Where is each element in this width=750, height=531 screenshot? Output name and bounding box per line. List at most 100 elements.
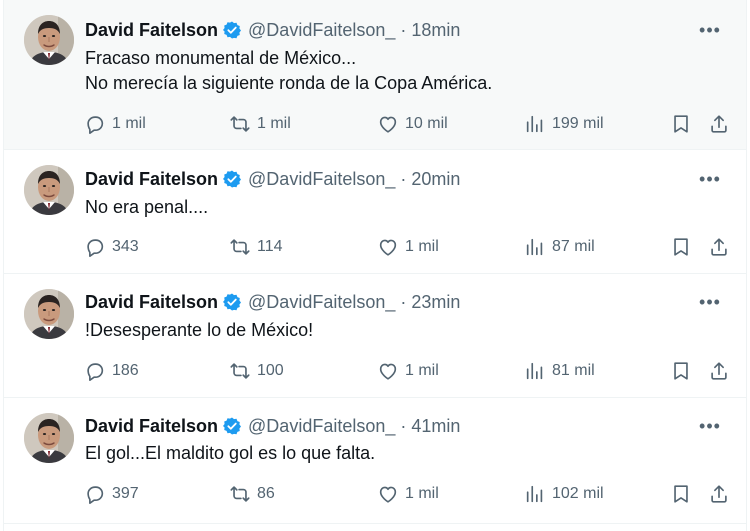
tweet-time[interactable]: 18min <box>411 20 460 41</box>
verified-badge-icon <box>222 169 242 189</box>
author-handle[interactable]: @DavidFaitelson_ <box>248 416 395 437</box>
tweet[interactable]: David Faitelson @DavidFaitelson_ · 18min… <box>4 0 746 150</box>
tweet-actions: 1 mil 1 mil 10 mil 199 mil <box>84 112 746 136</box>
more-horizontal-icon[interactable]: ••• <box>698 414 722 438</box>
like-count: 1 mil <box>405 485 439 502</box>
share-upload-icon <box>708 113 730 135</box>
author-name[interactable]: David Faitelson <box>85 416 218 437</box>
author-name[interactable]: David Faitelson <box>85 20 218 41</box>
retweet-count: 114 <box>257 238 283 255</box>
separator-dot: · <box>400 19 407 40</box>
reply-bubble-icon <box>84 236 112 258</box>
heart-icon <box>377 113 405 135</box>
avatar[interactable] <box>24 15 74 65</box>
reply-button[interactable]: 1 mil <box>84 112 146 136</box>
tweet-time[interactable]: 41min <box>411 416 460 437</box>
like-button[interactable]: 1 mil <box>377 482 439 506</box>
more-horizontal-icon[interactable]: ••• <box>698 18 722 42</box>
tweet[interactable]: David Faitelson @DavidFaitelson_ · 41min… <box>4 398 746 524</box>
timeline-right-border <box>746 0 747 531</box>
share-button[interactable] <box>708 112 730 136</box>
views-bar-chart-icon <box>524 483 552 505</box>
views-bar-chart-icon <box>524 236 552 258</box>
reply-count: 186 <box>112 362 139 379</box>
retweet-icon <box>229 236 257 258</box>
heart-icon <box>377 236 405 258</box>
author-name[interactable]: David Faitelson <box>85 169 218 190</box>
avatar[interactable] <box>24 165 74 215</box>
retweet-button[interactable]: 100 <box>229 359 284 383</box>
more-horizontal-icon[interactable]: ••• <box>698 290 722 314</box>
views-button[interactable]: 87 mil <box>524 235 595 259</box>
tweet-text-line: No era penal.... <box>85 197 209 217</box>
views-bar-chart-icon <box>524 360 552 382</box>
more-horizontal-icon[interactable]: ••• <box>698 167 722 191</box>
tweet-time[interactable]: 20min <box>411 169 460 190</box>
retweet-count: 86 <box>257 485 275 502</box>
separator-dot: · <box>400 415 407 436</box>
reply-button[interactable]: 186 <box>84 359 139 383</box>
bookmark-button[interactable] <box>670 359 692 383</box>
share-upload-icon <box>708 236 730 258</box>
view-count: 199 mil <box>552 115 604 132</box>
views-button[interactable]: 199 mil <box>524 112 604 136</box>
retweet-count: 1 mil <box>257 115 291 132</box>
tweet-header: David Faitelson @DavidFaitelson_ · 18min <box>85 18 746 42</box>
author-handle[interactable]: @DavidFaitelson_ <box>248 292 395 313</box>
retweet-count: 100 <box>257 362 284 379</box>
separator-dot: · <box>400 291 407 312</box>
views-button[interactable]: 81 mil <box>524 359 595 383</box>
views-button[interactable]: 102 mil <box>524 482 604 506</box>
tweet-text: El gol...El maldito gol es lo que falta. <box>85 441 706 466</box>
avatar[interactable] <box>24 413 74 463</box>
view-count: 81 mil <box>552 362 595 379</box>
tweet-header: David Faitelson @DavidFaitelson_ · 23min <box>85 290 746 314</box>
tweet[interactable]: David Faitelson @DavidFaitelson_ · 20min… <box>4 150 746 274</box>
author-handle[interactable]: @DavidFaitelson_ <box>248 20 395 41</box>
retweet-button[interactable]: 86 <box>229 482 275 506</box>
bookmark-icon <box>670 360 692 382</box>
tweet-text-line: !Desesperante lo de México! <box>85 320 314 340</box>
tweet-header: David Faitelson @DavidFaitelson_ · 20min <box>85 167 746 191</box>
like-button[interactable]: 1 mil <box>377 235 439 259</box>
share-button[interactable] <box>708 235 730 259</box>
retweet-icon <box>229 113 257 135</box>
share-upload-icon <box>708 360 730 382</box>
tweet-text: No era penal.... <box>85 195 706 220</box>
share-button[interactable] <box>708 482 730 506</box>
retweet-button[interactable]: 114 <box>229 235 283 259</box>
bookmark-icon <box>670 483 692 505</box>
bookmark-button[interactable] <box>670 112 692 136</box>
verified-badge-icon <box>222 20 242 40</box>
bookmark-icon <box>670 113 692 135</box>
bookmark-icon <box>670 236 692 258</box>
tweet-actions: 186 100 1 mil 81 mil <box>84 359 746 383</box>
like-button[interactable]: 10 mil <box>377 112 448 136</box>
author-name[interactable]: David Faitelson <box>85 292 218 313</box>
reply-bubble-icon <box>84 360 112 382</box>
reply-count: 397 <box>112 485 139 502</box>
tweet-text: Fracaso monumental de México... No merec… <box>85 46 706 96</box>
author-handle[interactable]: @DavidFaitelson_ <box>248 169 395 190</box>
bookmark-button[interactable] <box>670 235 692 259</box>
share-button[interactable] <box>708 359 730 383</box>
tweet-text-line: No merecía la siguiente ronda de la Copa… <box>85 73 493 93</box>
like-count: 10 mil <box>405 115 448 132</box>
tweet-feed: David Faitelson @DavidFaitelson_ · 18min… <box>4 0 746 524</box>
heart-icon <box>377 483 405 505</box>
tweet-text: !Desesperante lo de México! <box>85 318 706 343</box>
avatar[interactable] <box>24 289 74 339</box>
retweet-button[interactable]: 1 mil <box>229 112 291 136</box>
verified-badge-icon <box>222 292 242 312</box>
tweet-time[interactable]: 23min <box>411 292 460 313</box>
reply-count: 343 <box>112 238 139 255</box>
bookmark-button[interactable] <box>670 482 692 506</box>
separator-dot: · <box>400 168 407 189</box>
reply-button[interactable]: 397 <box>84 482 139 506</box>
retweet-icon <box>229 360 257 382</box>
tweet-header: David Faitelson @DavidFaitelson_ · 41min <box>85 414 746 438</box>
like-button[interactable]: 1 mil <box>377 359 439 383</box>
reply-button[interactable]: 343 <box>84 235 139 259</box>
tweet-actions: 397 86 1 mil 102 mil <box>84 482 746 506</box>
tweet[interactable]: David Faitelson @DavidFaitelson_ · 23min… <box>4 274 746 398</box>
